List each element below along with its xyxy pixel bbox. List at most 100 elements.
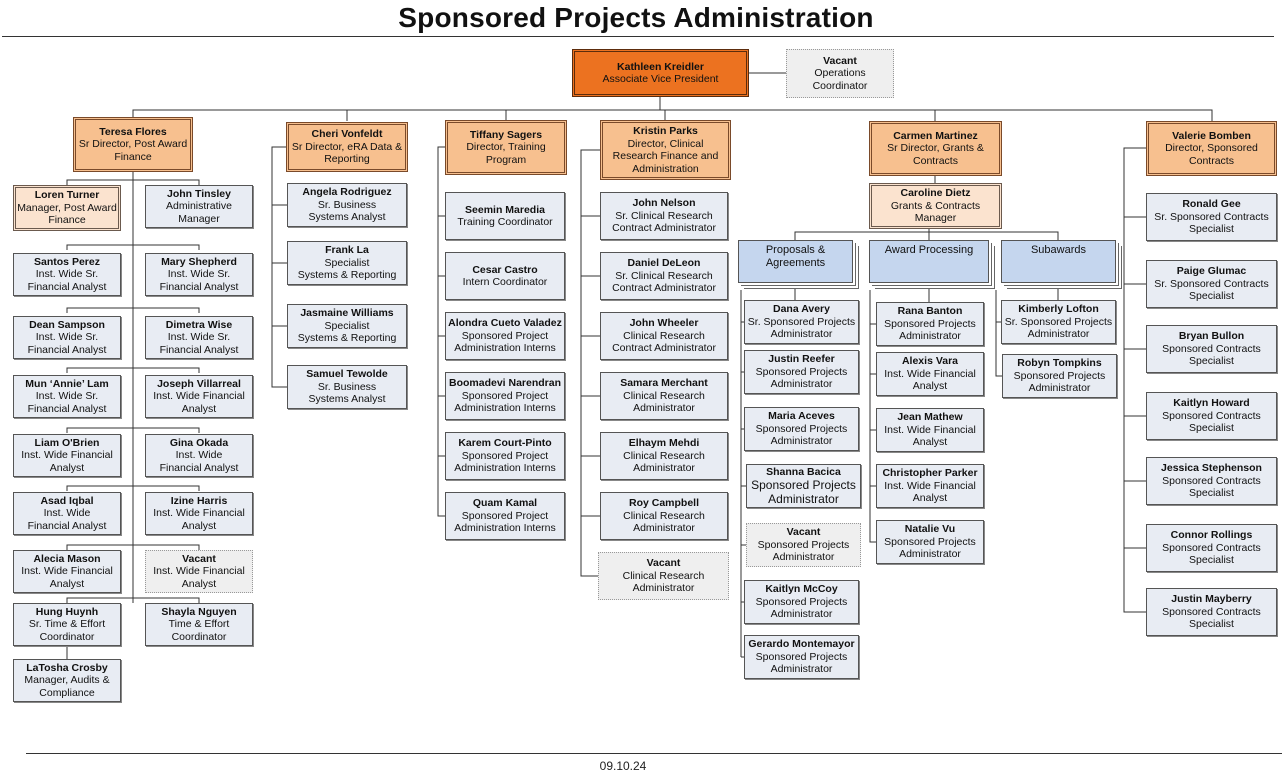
person-name: Frank La — [325, 244, 369, 257]
director-cheri-vonfeldt: Cheri Vonfeldt Sr Director, eRA Data & Re… — [286, 122, 408, 172]
person-role: Inst. Wide Financial Analyst — [153, 390, 245, 415]
person-role: Sponsored Projects Administrator — [1013, 369, 1106, 395]
person-name: Bryan Bullon — [1178, 330, 1245, 343]
person-role: Sponsored Contracts Specialist — [1162, 605, 1261, 631]
person-role: Clinical Research Administrator — [622, 569, 705, 595]
staff-box: Izine Harris Inst. Wide Financial Analyst — [145, 492, 253, 535]
staff-box: Joseph Villarreal Inst. Wide Financial An… — [145, 375, 253, 418]
person-role: Sr. Sponsored Projects Administrator — [747, 315, 856, 341]
group-label: Subawards — [1030, 244, 1087, 256]
person-name: Justin Mayberry — [1171, 593, 1252, 606]
staff-box: Samuel Tewolde Sr. Business Systems Analy… — [287, 365, 407, 409]
person-name: Hung Huynh — [35, 605, 99, 618]
person-role: Inst. Wide Sr. Financial Analyst — [27, 331, 107, 356]
person-role: Sr. Business Systems Analyst — [308, 380, 386, 406]
person-role: Training Coordinator — [457, 216, 553, 228]
person-name: Kaitlyn Howard — [1173, 397, 1250, 410]
person-name: Gina Okada — [169, 436, 229, 449]
person-role: Sr. Clinical Research Contract Administr… — [612, 269, 716, 295]
staff-box: Samara Merchant Clinical Research Adminis… — [600, 372, 728, 420]
person-name: Kaitlyn McCoy — [765, 583, 838, 596]
person-role: Sponsored Projects Administrator — [755, 365, 848, 391]
staff-box: Shayla Nguyen Time & Effort Coordinator — [145, 603, 253, 646]
staff-box: Gerardo Montemayor Sponsored Projects Adm… — [744, 635, 859, 679]
person-name: Jessica Stephenson — [1161, 462, 1262, 475]
staff-box: Kaitlyn McCoy Sponsored Projects Administ… — [744, 580, 859, 624]
person-name: Boomadevi Narendran — [448, 377, 562, 390]
staff-box: Daniel DeLeon Sr. Clinical Research Contr… — [600, 252, 728, 300]
person-name: LaTosha Crosby — [26, 661, 108, 674]
staff-box: Elhaym Mehdi Clinical Research Administra… — [600, 432, 728, 480]
person-name: John Nelson — [632, 197, 696, 210]
staff-box: Mun ‘Annie’ Lam Inst. Wide Sr. Financial … — [13, 375, 121, 418]
person-name: Joseph Villarreal — [157, 377, 241, 390]
person-role: Inst. Wide Financial Analyst — [884, 367, 976, 393]
staff-box: Jessica Stephenson Sponsored Contracts Sp… — [1146, 457, 1277, 505]
person-role: Sponsored Contracts Specialist — [1162, 409, 1261, 435]
person-name: Cheri Vonfeldt — [311, 128, 383, 141]
connector-line — [437, 146, 445, 517]
group-subawards: Subawards — [1001, 240, 1116, 283]
person-name: Karem Court-Pinto — [458, 437, 552, 450]
person-name: Alecia Mason — [33, 552, 101, 565]
staff-box: Frank La Specialist Systems & Reporting — [287, 241, 407, 285]
director-valerie-bomben: Valerie Bomben Director, Sponsored Contra… — [1146, 121, 1277, 176]
staff-box: Angela Rodriguez Sr. Business Systems Ana… — [287, 183, 407, 227]
person-name: Vacant — [646, 557, 681, 570]
person-name: Tiffany Sagers — [469, 128, 543, 141]
person-role: Sr. Clinical Research Contract Administr… — [612, 209, 716, 235]
person-role: Grants & Contracts Manager — [890, 199, 981, 225]
person-role: Sponsored Projects Administrator — [755, 595, 848, 621]
person-role: Inst. Wide Financial Analyst — [27, 507, 107, 532]
ops-coordinator-box: Vacant Operations Coordinator — [786, 49, 894, 98]
staff-box: Seemin Maredia Training Coordinator — [445, 192, 565, 240]
person-name: Alexis Vara — [901, 355, 959, 368]
person-name: Elhaym Mehdi — [628, 437, 700, 450]
person-name: Samara Merchant — [620, 377, 708, 390]
staff-box: John Wheeler Clinical Research Contract A… — [600, 312, 728, 360]
director-tiffany-sagers: Tiffany Sagers Director, Training Program — [445, 120, 567, 175]
staff-box: Vacant Sponsored Projects Administrator — [746, 523, 861, 567]
staff-box: Dean Sampson Inst. Wide Sr. Financial Ana… — [13, 316, 121, 359]
person-name: Christopher Parker — [882, 467, 978, 480]
person-role: Intern Coordinator — [462, 276, 548, 288]
person-role: Sponsored Projects Administrator — [884, 317, 976, 343]
staff-box: Alecia Mason Inst. Wide Financial Analyst — [13, 550, 121, 593]
person-name: Justin Reefer — [768, 353, 835, 366]
staff-box: Gina Okada Inst. Wide Financial Analyst — [145, 434, 253, 477]
person-role: Inst. Wide Sr. Financial Analyst — [27, 390, 107, 415]
person-name: Caroline Dietz — [900, 187, 971, 200]
person-role: Sponsored Projects Administrator — [755, 650, 848, 676]
person-name: Roy Campbell — [628, 497, 699, 510]
person-role: Sr Director, Post Award Finance — [78, 138, 188, 163]
staff-box: Roy Campbell Clinical Research Administra… — [600, 492, 728, 540]
person-role: Time & Effort Coordinator — [168, 618, 230, 643]
person-role: Associate Vice President — [602, 73, 719, 85]
person-name: Vacant — [182, 552, 216, 565]
person-name: Valerie Bomben — [1172, 129, 1251, 142]
person-role: Director, Training Program — [466, 141, 546, 166]
connector-line — [1123, 147, 1146, 613]
staff-box: Bryan Bullon Sponsored Contracts Speciali… — [1146, 325, 1277, 373]
person-name: Kristin Parks — [633, 125, 698, 137]
person-role: Inst. Wide Financial Analyst — [884, 479, 976, 505]
person-name: Jean Mathew — [897, 411, 963, 424]
staff-box: Robyn Tompkins Sponsored Projects Adminis… — [1002, 354, 1117, 398]
person-name: Jasmaine Williams — [300, 307, 394, 320]
person-name: Cesar Castro — [472, 263, 538, 276]
group-label: Award Processing — [884, 244, 974, 256]
person-role: Sponsored Projects Administrator — [755, 422, 848, 448]
director-kristin-parks: Kristin Parks Director, Clinical Research… — [600, 120, 731, 180]
staff-box: Karem Court-Pinto Sponsored Project Admin… — [445, 432, 565, 480]
staff-box: Hung Huynh Sr. Time & Effort Coordinator — [13, 603, 121, 646]
person-role: Sponsored Project Administration Interns — [454, 449, 556, 475]
staff-box: Rana Banton Sponsored Projects Administra… — [876, 302, 984, 346]
person-name: Carmen Martinez — [893, 129, 978, 142]
staff-box: Cesar Castro Intern Coordinator — [445, 252, 565, 300]
person-role: Sponsored Project Administration Interns — [454, 389, 556, 415]
person-name: Alondra Cueto Valadez — [448, 317, 562, 330]
staff-box: Santos Perez Inst. Wide Sr. Financial Ana… — [13, 253, 121, 296]
staff-box: Natalie Vu Sponsored Projects Administrat… — [876, 520, 984, 564]
person-role: Inst. Wide Financial Analyst — [884, 423, 976, 449]
staff-box: Christopher Parker Inst. Wide Financial A… — [876, 464, 984, 508]
